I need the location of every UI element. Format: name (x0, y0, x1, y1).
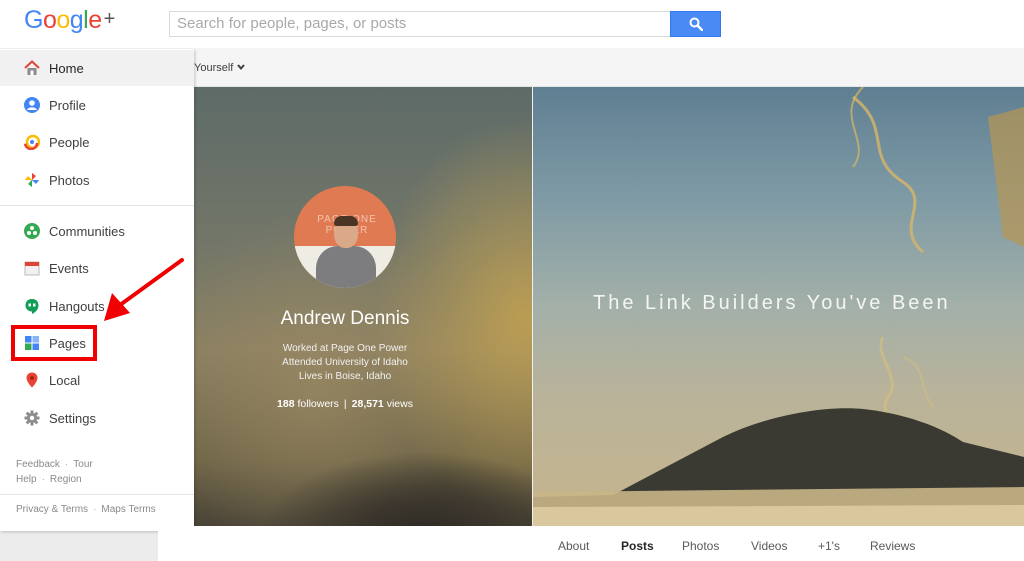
maps-terms-link[interactable]: Maps Terms (101, 504, 155, 515)
tab-about[interactable]: About (558, 539, 589, 553)
logo-plus: + (103, 8, 116, 30)
tab-plus-ones[interactable]: +1's (818, 539, 840, 553)
tab-videos[interactable]: Videos (751, 539, 787, 553)
events-icon (24, 261, 40, 276)
chevron-down-icon (237, 64, 246, 71)
profile-location: Lives in Boise, Idaho (298, 371, 392, 382)
photos-icon (25, 173, 39, 187)
stats-separator: | (343, 398, 347, 410)
sidebar-item-profile[interactable]: Profile (0, 87, 194, 123)
sidebar-item-settings[interactable]: Settings (0, 400, 194, 436)
pages-highlight-box (11, 325, 97, 361)
google-plus-profile-page: Google + Search for people, pages, or pos… (0, 0, 1024, 561)
followers-label[interactable]: followers (297, 398, 338, 410)
home-icon (24, 60, 40, 75)
privacy-terms-link[interactable]: Privacy & Terms (16, 504, 88, 515)
view-as-dropdown[interactable]: Yourself (194, 62, 246, 74)
tab-photos[interactable]: Photos (682, 539, 719, 553)
footer-links-row-3: Privacy & Terms · Maps Terms (16, 504, 156, 515)
sidebar-item-label: Local (49, 373, 81, 388)
cover-title: The Link Builders You've Been (593, 292, 951, 314)
annotation-arrow-icon (104, 258, 184, 321)
feedback-link[interactable]: Feedback (16, 459, 60, 470)
sidebar-item-photos[interactable]: Photos (0, 162, 194, 198)
tab-posts[interactable]: Posts (621, 539, 654, 553)
left-nav-bottom-strip (0, 531, 158, 561)
search-button[interactable] (670, 11, 721, 37)
sidebar-item-label: Settings (49, 411, 96, 426)
sidebar-item-people[interactable]: People (0, 124, 194, 160)
profile-work: Worked at Page One Power (282, 343, 408, 354)
avatar[interactable]: PAGE ONE POWER (294, 186, 396, 288)
top-bar: Google + Search for people, pages, or pos… (0, 0, 1024, 48)
sidebar-item-label: Communities (49, 224, 125, 239)
sidebar-item-local[interactable]: Local (0, 362, 194, 398)
people-icon (24, 134, 40, 150)
help-link[interactable]: Help (16, 474, 37, 485)
footer-divider (0, 494, 194, 495)
profile-card: PAGE ONE POWER Andrew Dennis Worked at P… (194, 87, 532, 526)
communities-icon (24, 223, 40, 239)
sidebar-item-label: Photos (49, 173, 90, 188)
sidebar-item-communities[interactable]: Communities (0, 213, 194, 249)
nav-divider (0, 205, 194, 206)
sidebar-item-label: Hangouts (49, 299, 105, 314)
region-link[interactable]: Region (50, 474, 82, 485)
sidebar-item-label: Profile (49, 98, 86, 113)
profile-stats: 188 followers | 28,571 views (194, 398, 496, 410)
search-input[interactable]: Search for people, pages, or posts (169, 11, 670, 37)
hangouts-icon (25, 299, 39, 314)
sidebar-item-home[interactable]: Home (0, 50, 194, 86)
tour-link[interactable]: Tour (73, 459, 92, 470)
profile-icon (24, 97, 40, 113)
search-icon (689, 17, 703, 31)
footer-links-row-2: Help · Region (16, 474, 82, 485)
sidebar-item-label: Events (49, 261, 89, 276)
profile-name[interactable]: Andrew Dennis (194, 308, 496, 330)
settings-icon (24, 410, 40, 426)
followers-count[interactable]: 188 (277, 398, 295, 410)
google-plus-logo[interactable]: Google + (24, 6, 115, 35)
profile-education: Attended University of Idaho (282, 357, 408, 368)
cover-photo[interactable]: The Link Builders You've Been (533, 87, 1024, 526)
tab-reviews[interactable]: Reviews (870, 539, 915, 553)
views-label: views (386, 398, 413, 410)
view-as-label: Yourself (194, 62, 234, 74)
views-count: 28,571 (351, 398, 384, 410)
sidebar-item-label: People (49, 135, 90, 150)
sidebar-item-label: Home (49, 61, 84, 76)
footer-links-row-1: Feedback · Tour (16, 459, 93, 470)
local-icon (26, 372, 38, 388)
